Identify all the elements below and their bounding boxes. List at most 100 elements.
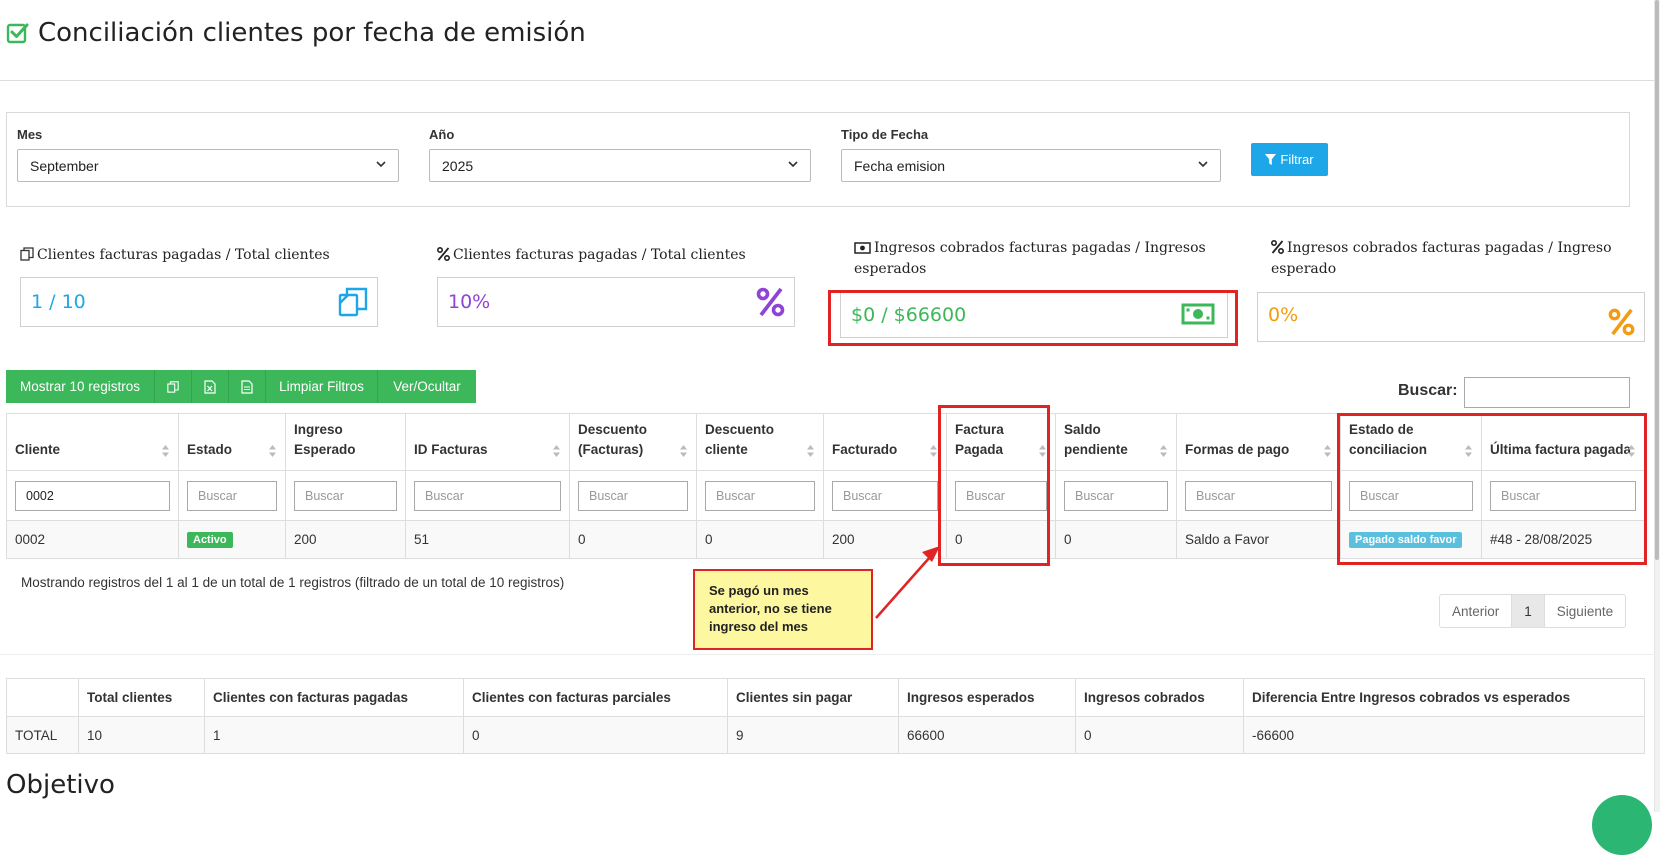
filter-cell — [178, 470, 286, 521]
filter-input-facturado[interactable] — [832, 480, 938, 511]
column-header-label: Facturado — [832, 442, 898, 457]
filter-input-descuento-facturas[interactable] — [578, 480, 688, 511]
stat-label-clients-pct: Clientes facturas pagadas / Total client… — [436, 245, 817, 266]
sort-icon — [1324, 445, 1331, 457]
stat-box-clients: 1 / 10 — [20, 277, 378, 327]
column-header-label: Ingreso Esperado — [294, 422, 356, 457]
chevron-down-icon — [376, 161, 386, 168]
percent-icon — [756, 287, 785, 317]
column-header-cliente[interactable]: Cliente — [6, 413, 179, 471]
copy-icon — [167, 380, 179, 393]
sort-icon — [680, 445, 687, 457]
totals-header: Clientes con facturas parciales — [463, 678, 728, 717]
highlight-box-factura-pagada — [938, 405, 1050, 566]
filter-input-ingreso-esperado[interactable] — [294, 480, 397, 511]
toggle-columns-label: Ver/Ocultar — [393, 379, 461, 394]
column-header-saldo-pendiente[interactable]: Saldo pendiente — [1055, 413, 1177, 471]
sort-icon — [807, 445, 814, 457]
stat-value-clients: 1 / 10 — [31, 291, 86, 313]
show-records-button[interactable]: Mostrar 10 registros — [6, 370, 155, 403]
pagination-page[interactable]: 1 — [1512, 595, 1545, 627]
filter-input-id-facturas[interactable] — [414, 480, 561, 511]
cell-ingreso-esperado: 200 — [285, 520, 406, 559]
callout-note: Se pagó un mes anterior, no se tiene ing… — [693, 569, 873, 650]
column-header-label: Cliente — [15, 442, 61, 457]
totals-table: Total clientes Clientes con facturas pag… — [6, 678, 1645, 754]
filter-input-formas-pago[interactable] — [1185, 480, 1332, 511]
pagination-next[interactable]: Siguiente — [1545, 595, 1625, 627]
month-select-value: September — [30, 158, 99, 174]
toggle-columns-button[interactable]: Ver/Ocultar — [378, 370, 476, 403]
filter-cell — [1055, 470, 1177, 521]
totals-cell: 0 — [1075, 716, 1244, 754]
month-select[interactable]: September — [17, 149, 399, 182]
excel-file-icon — [204, 379, 216, 394]
filter-icon — [1265, 153, 1277, 165]
print-button[interactable] — [229, 370, 266, 403]
clear-filters-label: Limpiar Filtros — [279, 379, 364, 394]
highlight-box-income — [828, 290, 1238, 346]
filter-cell — [1176, 470, 1341, 521]
filter-cell — [823, 470, 947, 521]
totals-row: TOTAL 10 1 0 9 66600 0 -66600 — [6, 716, 1645, 754]
totals-cell: 10 — [78, 716, 205, 754]
filter-input-descuento-cliente[interactable] — [705, 480, 815, 511]
filter-input-estado[interactable] — [187, 480, 277, 511]
stat-label-text: Ingresos cobrados facturas pagadas / Ing… — [854, 240, 1206, 277]
totals-header: Ingresos cobrados — [1075, 678, 1244, 717]
highlight-box-conciliacion — [1337, 413, 1647, 565]
totals-header: Ingresos esperados — [898, 678, 1076, 717]
stat-box-clients-pct: 10% — [437, 277, 795, 327]
filter-input-cliente[interactable] — [15, 480, 170, 511]
checkbox-checked-icon — [6, 23, 29, 44]
filter-cell — [405, 470, 570, 521]
column-header-formas-pago[interactable]: Formas de pago — [1176, 413, 1341, 471]
stat-label-text: Ingresos cobrados facturas pagadas / Ing… — [1271, 240, 1612, 277]
totals-header: Clientes sin pagar — [727, 678, 899, 717]
column-header-descuento-cliente[interactable]: Descuento cliente — [696, 413, 824, 471]
copy-icon — [338, 287, 368, 317]
chat-widget-button[interactable] — [1592, 795, 1652, 855]
column-header-id-facturas[interactable]: ID Facturas — [405, 413, 570, 471]
header-divider — [0, 80, 1655, 81]
column-header-estado[interactable]: Estado — [178, 413, 286, 471]
column-header-facturado[interactable]: Facturado — [823, 413, 947, 471]
chevron-down-icon — [788, 161, 798, 168]
cell-estado: Activo — [178, 520, 286, 559]
copy-button[interactable] — [155, 370, 192, 403]
percent-icon — [436, 246, 451, 262]
search-input[interactable] — [1464, 377, 1630, 408]
stat-label-text: Clientes facturas pagadas / Total client… — [37, 247, 330, 263]
year-select[interactable]: 2025 — [429, 149, 811, 182]
column-header-label: Formas de pago — [1185, 442, 1290, 457]
month-label: Mes — [17, 127, 43, 142]
cell-descuento-cliente: 0 — [696, 520, 824, 559]
filter-button[interactable]: Filtrar — [1251, 143, 1328, 176]
sort-icon — [930, 445, 937, 457]
scrollbar-thumb[interactable] — [1655, 0, 1659, 560]
cell-id-facturas: 51 — [405, 520, 570, 559]
year-label: Año — [429, 127, 455, 142]
sort-icon — [162, 445, 169, 457]
filter-input-saldo-pendiente[interactable] — [1064, 480, 1168, 511]
column-header-label: ID Facturas — [414, 442, 488, 457]
percent-icon — [1608, 308, 1635, 336]
totals-header: Total clientes — [78, 678, 205, 717]
money-icon — [854, 242, 871, 254]
clear-filters-button[interactable]: Limpiar Filtros — [266, 370, 378, 403]
cell-cliente: 0002 — [6, 520, 179, 559]
search-label: Buscar: — [1398, 382, 1458, 399]
excel-export-button[interactable] — [192, 370, 229, 403]
column-header-descuento-facturas[interactable]: Descuento (Facturas) — [569, 413, 697, 471]
date-type-select[interactable]: Fecha emision — [841, 149, 1221, 182]
totals-cell: 1 — [204, 716, 464, 754]
sort-icon — [269, 445, 276, 457]
status-badge: Activo — [187, 532, 233, 548]
stat-label-income: Ingresos cobrados facturas pagadas / Ing… — [854, 238, 1234, 280]
totals-cell: -66600 — [1243, 716, 1645, 754]
cell-formas-pago: Saldo a Favor — [1176, 520, 1341, 559]
callout-arrow-icon — [875, 546, 940, 619]
column-header-ingreso-esperado[interactable]: Ingreso Esperado — [285, 413, 406, 471]
pagination-previous[interactable]: Anterior — [1440, 595, 1513, 627]
copy-icon — [20, 247, 34, 261]
